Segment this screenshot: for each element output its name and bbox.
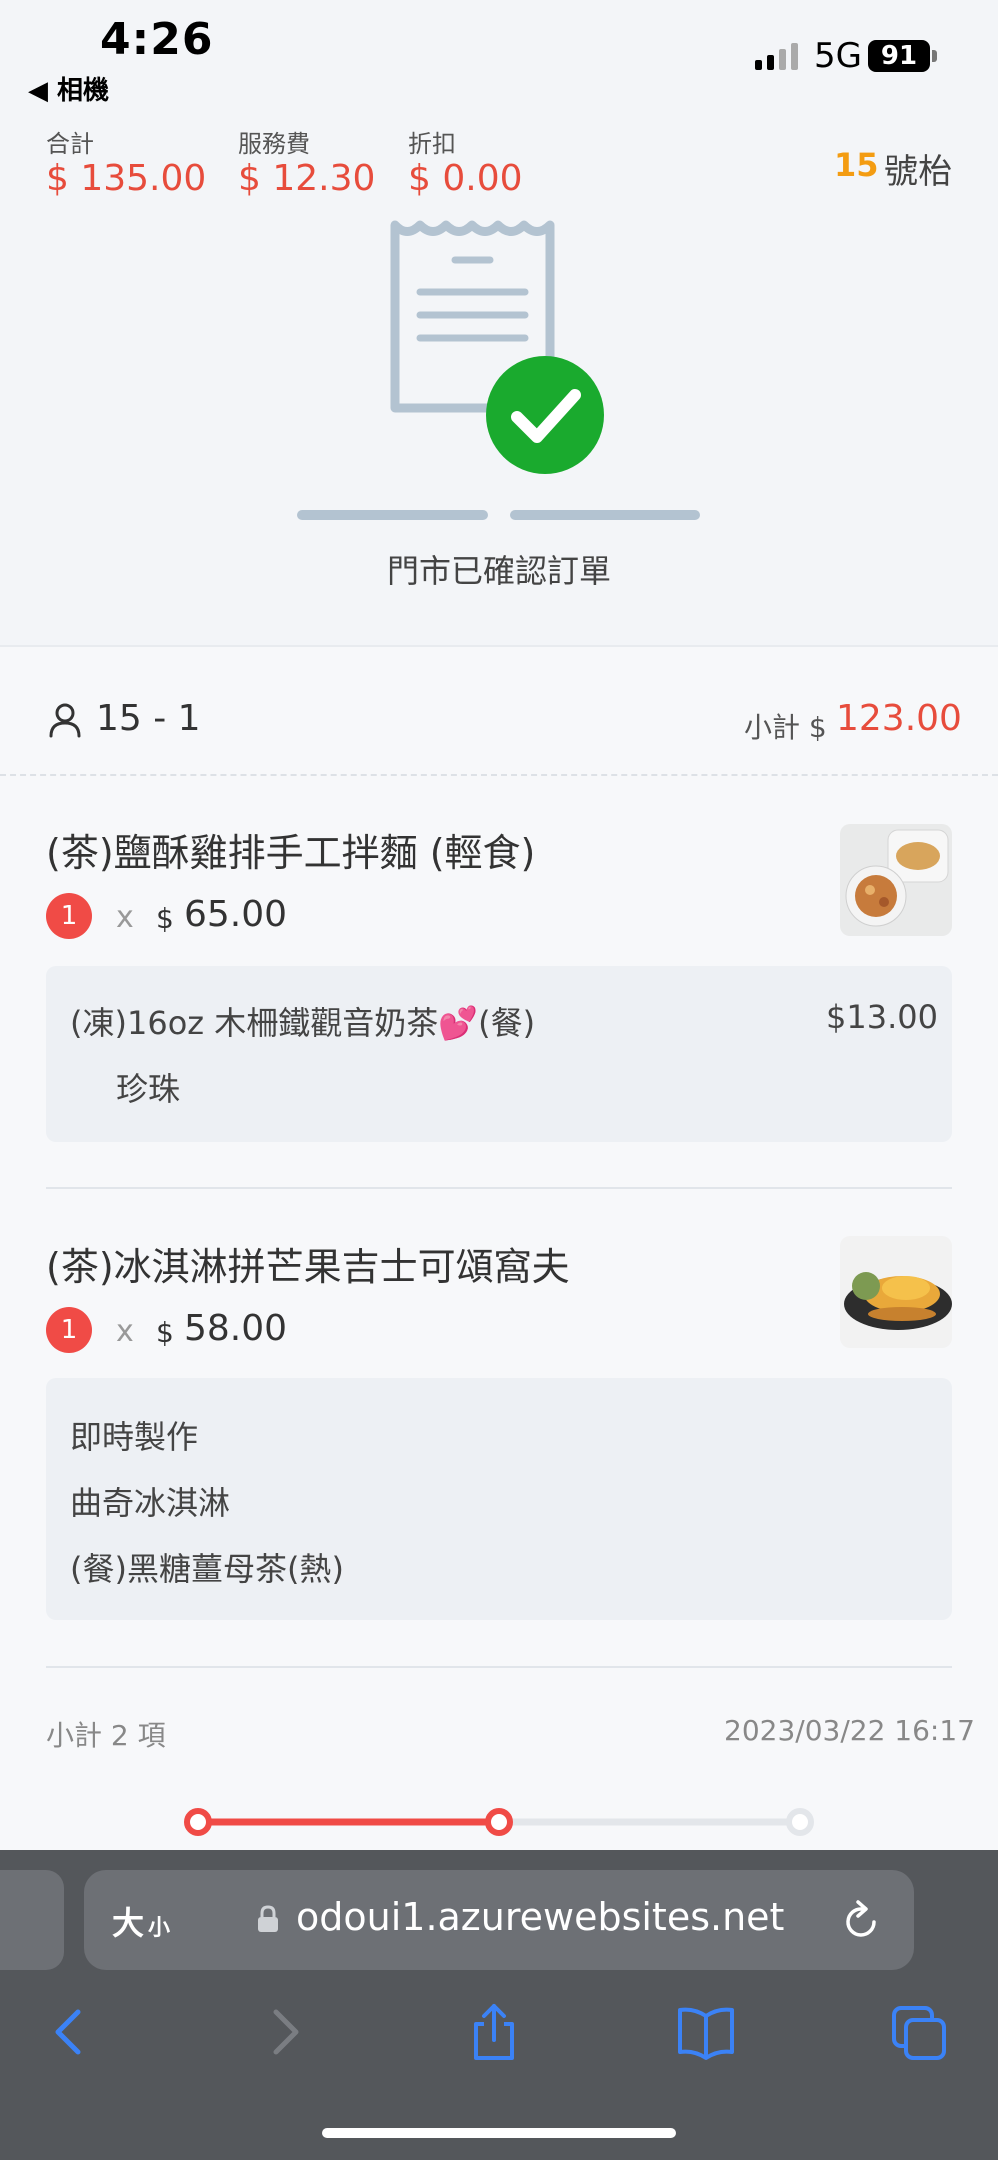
times-sign: x [116,900,134,935]
back-to-app-link[interactable]: ◀ 相機 [28,70,109,107]
times-sign: x [116,1314,134,1349]
order-progress [184,1808,814,1836]
status-time: 4:26 [100,14,214,65]
text-size-small-label: 小 [148,1916,171,1941]
item-count: 小計 2 項 [46,1719,166,1752]
item-options [46,966,952,1142]
option-label: (凍)16oz 木柵鐵觀音奶茶💕(餐) [70,1004,536,1042]
person-icon [49,703,81,738]
guest-label: 15 - 1 [96,698,201,739]
option-label: 珍珠 [116,1070,181,1108]
item-thumbnail [840,1236,952,1348]
back-icon[interactable] [40,2002,100,2062]
battery-tip [932,50,937,62]
previous-tab[interactable] [0,1870,64,1970]
share-icon[interactable] [464,2002,524,2062]
item-price: 58.00 [184,1308,288,1349]
forward-icon[interactable] [254,2002,314,2062]
quantity-badge: 1 [46,893,92,939]
total-label: 合計 [46,130,94,158]
table-number: 15 [834,146,879,184]
item-price: 65.00 [184,894,288,935]
option-label: 即時製作 [70,1418,199,1456]
currency-sign: $ [156,902,174,935]
lock-icon [258,1905,278,1932]
item-name: (茶)鹽酥雞排手工拌麵 (輕食) [46,831,536,875]
item-thumbnail [840,824,952,936]
subtotal-label: 小計 $ [744,711,827,744]
battery-indicator: 91 [868,40,930,72]
order-datetime: 2023/03/22 16:17 [724,1714,975,1747]
subtotal-value: 123.00 [836,698,962,739]
bookmarks-icon[interactable] [676,2002,736,2062]
home-indicator [322,2128,676,2138]
option-price: $13.00 [826,998,938,1036]
divider [46,1187,952,1189]
option-label: 曲奇冰淇淋 [70,1484,231,1522]
discount-value: $ 0.00 [408,158,523,199]
order-status-message: 門市已確認訂單 [386,552,611,590]
progress-step [184,1808,212,1836]
network-label: 5G [814,36,862,76]
total-value: $ 135.00 [46,158,207,199]
progress-step [485,1808,513,1836]
option-label: (餐)黑糖薑母茶(熱) [70,1550,344,1588]
item-name: (茶)冰淇淋拼芒果吉士可頌窩夫 [46,1245,570,1289]
signal-icon [755,43,798,70]
check-icon [486,356,604,474]
currency-sign: $ [156,1316,174,1349]
discount-label: 折扣 [408,130,456,158]
quantity-badge: 1 [46,1307,92,1353]
service-fee-label: 服務費 [238,130,310,158]
divider [46,1666,952,1668]
divider [0,774,998,776]
table-unit: 號枱 [884,152,952,192]
progress-step [786,1808,814,1836]
service-fee-value: $ 12.30 [238,158,376,199]
text-size-button[interactable]: 大 [112,1898,144,1944]
reload-icon[interactable] [842,1898,882,1942]
url-text[interactable]: odoui1.azurewebsites.net [296,1895,784,1939]
tabs-icon[interactable] [890,2002,950,2062]
